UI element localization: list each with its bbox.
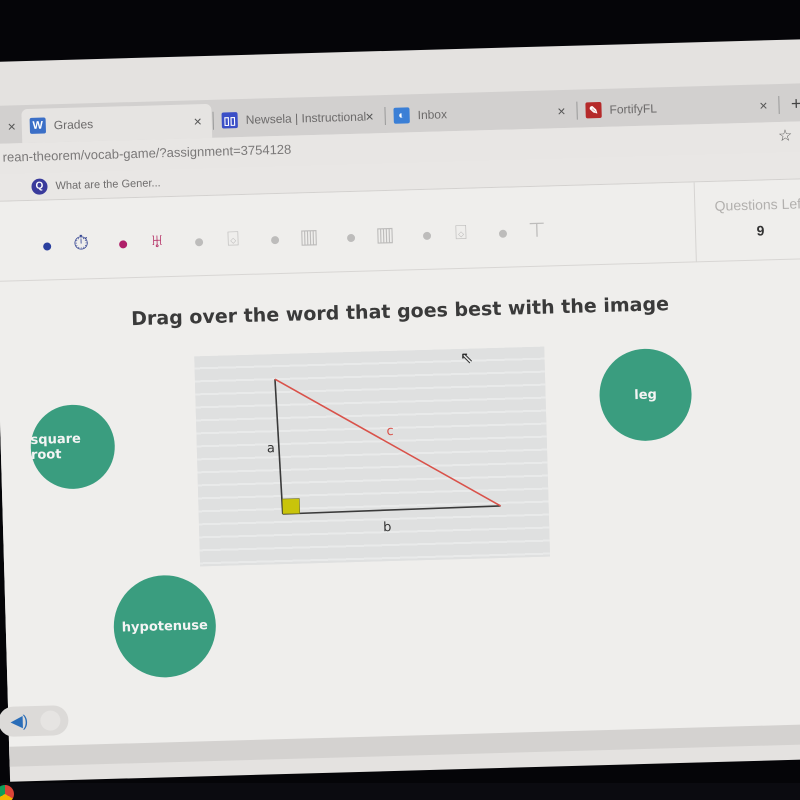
fortifyfl-favicon-icon: ✎ xyxy=(585,101,602,119)
url-text[interactable]: rean-theorem/vocab-game/?assignment=3754… xyxy=(2,142,291,165)
progress-dot xyxy=(195,238,204,247)
question-instruction: Drag over the word that goes best with t… xyxy=(130,293,670,331)
word-bubble-hypotenuse[interactable]: hypotenuse xyxy=(112,573,218,679)
tab-newsela[interactable]: ▯▯ Newsela | Instructional × xyxy=(213,99,386,138)
browser-window: × W Grades × ▯▯ Newsela | Instructional … xyxy=(0,38,800,782)
quizlet-icon: Q xyxy=(31,177,48,195)
word-label: hypotenuse xyxy=(121,617,209,636)
goblet-icon: ♅ xyxy=(149,230,165,253)
cymbal-icon: ⊤ xyxy=(527,219,546,243)
piano-icon: ▥ xyxy=(299,225,319,249)
piano-icon: ▥ xyxy=(375,223,395,247)
chrome-logo-icon[interactable] xyxy=(0,785,14,800)
word-bubble-square-root[interactable]: square root xyxy=(29,403,116,490)
progress-dot xyxy=(422,231,432,240)
tab-separator xyxy=(778,95,780,114)
vocab-game-page: ⏱ ♅ ⌺ ▥ ▥ ⌺ ⊤ Questions Left 9 Drag over the w… xyxy=(0,178,800,767)
tab-grades[interactable]: W Grades × xyxy=(21,103,214,144)
tab-partial[interactable]: × xyxy=(0,109,22,144)
right-angle-marker xyxy=(282,498,301,515)
close-icon[interactable]: × xyxy=(193,113,202,129)
label-c: c xyxy=(386,424,394,439)
grades-favicon-icon: W xyxy=(29,117,47,134)
questions-left-label: Questions Left xyxy=(714,195,800,214)
photo-of-screen: × W Grades × ▯▯ Newsela | Instructional … xyxy=(0,0,800,800)
tab-label: Newsela | Instructional xyxy=(245,109,367,127)
taskbar xyxy=(0,783,800,800)
right-triangle-diagram: a b c xyxy=(267,378,501,535)
tab-label: Inbox xyxy=(417,107,448,123)
page-footer xyxy=(9,723,800,767)
stopwatch-icon: ⏱ xyxy=(72,232,90,255)
tab-label: FortifyFL xyxy=(609,101,658,117)
progress-dot xyxy=(346,233,356,243)
tab-inbox[interactable]: ◐ Inbox × xyxy=(385,94,578,133)
drum-icon: ⌺ xyxy=(454,221,468,245)
label-a: a xyxy=(267,441,275,456)
questions-left-count: 9 xyxy=(756,222,765,239)
word-label: square root xyxy=(30,431,82,464)
progress-dot xyxy=(498,229,508,238)
inbox-favicon-icon: ◐ xyxy=(393,107,410,124)
close-icon[interactable]: × xyxy=(365,108,374,124)
progress-dot xyxy=(270,235,280,245)
word-bubble-leg[interactable]: leg xyxy=(598,347,693,443)
close-icon[interactable]: × xyxy=(7,118,16,134)
tab-fortifyfl[interactable]: ✎ FortifyFL × xyxy=(577,88,780,128)
hypotenuse-line xyxy=(274,378,501,507)
speaker-icon: ◀) xyxy=(10,713,29,731)
new-tab-button[interactable]: + xyxy=(791,93,800,114)
audio-toggle[interactable]: ◀) xyxy=(0,705,69,738)
toggle-knob[interactable] xyxy=(39,710,61,731)
newsela-favicon-icon: ▯▯ xyxy=(221,112,238,129)
bookmark-item[interactable]: What are the Gener... xyxy=(55,177,160,192)
question-image: a b c xyxy=(194,346,551,567)
close-icon[interactable]: × xyxy=(759,97,768,113)
drum-icon: ⌺ xyxy=(226,228,240,251)
close-icon[interactable]: × xyxy=(557,103,566,119)
leg-a-line xyxy=(274,379,284,515)
tab-label: Grades xyxy=(53,117,94,133)
leg-b-line xyxy=(282,505,501,515)
questions-left-panel: Questions Left 9 xyxy=(693,178,800,263)
word-label: leg xyxy=(634,387,658,403)
label-b: b xyxy=(383,520,392,535)
progress-dot xyxy=(119,240,128,249)
mouse-pointer-icon: ⇖ xyxy=(460,350,474,367)
progress-dot xyxy=(43,242,52,251)
bookmark-star-icon[interactable]: ☆ xyxy=(778,126,793,146)
